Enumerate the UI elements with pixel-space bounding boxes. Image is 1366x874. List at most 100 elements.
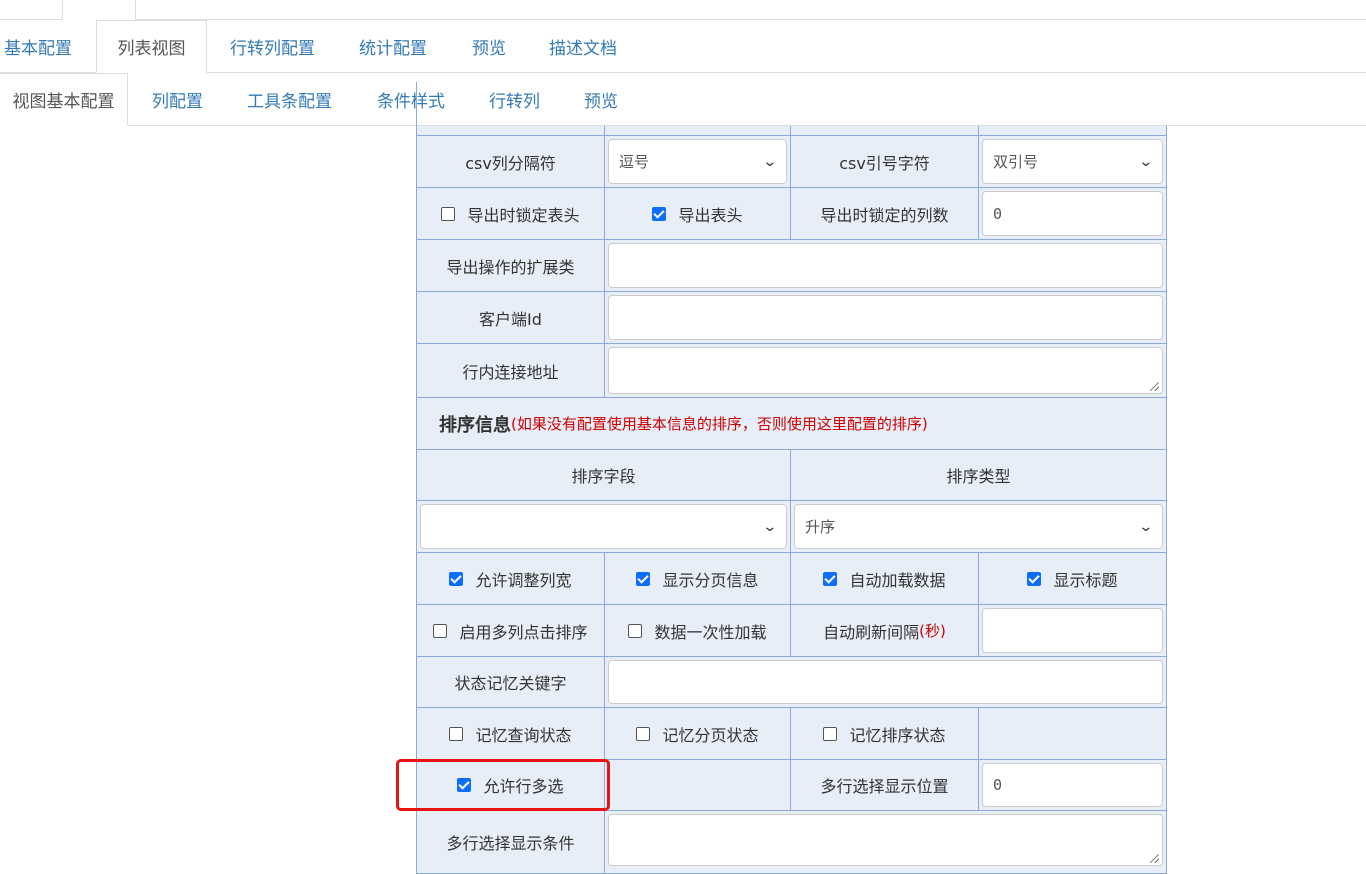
tab-list-view[interactable]: 列表视图	[96, 20, 207, 73]
form-cell	[605, 811, 1167, 874]
lock-cols-input[interactable]: 0	[982, 191, 1163, 236]
chevron-down-icon: ⌄	[1138, 518, 1154, 535]
multi-cond-textarea[interactable]	[608, 814, 1163, 866]
csv-separator-value: 逗号	[619, 153, 650, 171]
show-paging-label: 显示分页信息	[662, 570, 759, 590]
state-key-label: 状态记忆关键字	[417, 657, 605, 708]
form-cell	[417, 126, 605, 136]
form-cell: 0	[979, 760, 1167, 811]
export-header-checkbox[interactable]	[652, 206, 667, 221]
csv-quote-label: csv引号字符	[791, 136, 979, 188]
inline-link-label: 行内连接地址	[417, 344, 605, 398]
remember-sort-checkbox[interactable]	[823, 726, 838, 741]
sort-type-select[interactable]: 升序 ⌄	[794, 504, 1163, 549]
multi-pos-input[interactable]: 0	[982, 763, 1163, 807]
form-cell	[605, 344, 1167, 398]
state-key-input[interactable]	[608, 660, 1163, 704]
csv-separator-select[interactable]: 逗号 ⌄	[608, 139, 787, 184]
remember-query-label: 记忆查询状态	[475, 725, 572, 745]
load-once-label: 数据一次性加载	[654, 622, 767, 642]
tab-description-doc[interactable]: 描述文档	[547, 20, 619, 72]
tab-preview[interactable]: 预览	[470, 20, 508, 72]
form-cell	[979, 605, 1167, 657]
form-cell: 允许调整列宽	[417, 553, 605, 605]
form-cell	[979, 126, 1167, 136]
tab-column-config[interactable]: 列配置	[150, 73, 205, 125]
tab-stats-config[interactable]: 统计配置	[357, 20, 429, 72]
allow-resize-checkbox[interactable]	[449, 571, 464, 586]
multi-sort-checkbox[interactable]	[433, 623, 448, 638]
multi-select-checkbox[interactable]	[457, 778, 472, 792]
form-cell	[605, 292, 1167, 344]
tab-top-active[interactable]	[62, 0, 136, 20]
sort-field-header: 排序字段	[417, 450, 791, 501]
form-cell	[979, 708, 1167, 760]
form-cell: 导出表头	[605, 188, 791, 240]
remember-page-checkbox[interactable]	[636, 726, 651, 741]
lock-cols-label: 导出时锁定的列数	[791, 188, 979, 240]
remember-page-label: 记忆分页状态	[662, 725, 759, 745]
remember-query-checkbox[interactable]	[449, 726, 464, 741]
form-cell: 逗号 ⌄	[605, 136, 791, 188]
multi-select-label: 允许行多选	[483, 777, 564, 796]
chevron-down-icon: ⌄	[762, 518, 778, 535]
form-cell: 显示标题	[979, 553, 1167, 605]
tab-toolbar-config[interactable]: 工具条配置	[245, 73, 334, 125]
tab-view-basic-config[interactable]: 视图基本配置	[0, 73, 128, 126]
multi-pos-label: 多行选择显示位置	[791, 760, 979, 811]
sort-section-title: 排序信息	[439, 414, 511, 436]
top-tab-bar	[0, 0, 1366, 20]
show-title-checkbox[interactable]	[1027, 571, 1042, 586]
csv-separator-label: csv列分隔符	[417, 136, 605, 188]
form-cell: 允许行多选	[417, 760, 605, 811]
form-cell	[605, 657, 1167, 708]
form-cell: 自动刷新间隔 (秒)	[791, 605, 979, 657]
sort-type-value: 升序	[805, 518, 836, 536]
form-cell: 升序 ⌄	[791, 501, 1167, 553]
form-cell: ⌄	[417, 501, 791, 553]
lock-header-checkbox[interactable]	[441, 206, 456, 221]
form-cell: 记忆查询状态	[417, 708, 605, 760]
form-cell: 启用多列点击排序	[417, 605, 605, 657]
sort-type-header: 排序类型	[791, 450, 1167, 501]
sort-section-note: (如果没有配置使用基本信息的排序，否则使用这里配置的排序)	[511, 415, 928, 433]
remember-sort-label: 记忆排序状态	[849, 725, 946, 745]
sort-section-header: 排序信息 (如果没有配置使用基本信息的排序，否则使用这里配置的排序)	[417, 398, 1167, 450]
form-cell	[605, 760, 791, 811]
export-ext-label: 导出操作的扩展类	[417, 240, 605, 292]
sort-field-select[interactable]: ⌄	[420, 504, 787, 549]
resize-handle-icon[interactable]	[1150, 854, 1159, 863]
form-cell: 数据一次性加载	[605, 605, 791, 657]
form-cell: 导出时锁定表头	[417, 188, 605, 240]
refresh-interval-label: 自动刷新间隔	[823, 622, 920, 642]
multi-cond-label: 多行选择显示条件	[417, 811, 605, 874]
show-title-label: 显示标题	[1053, 570, 1118, 590]
export-ext-input[interactable]	[608, 243, 1163, 288]
form-cell	[791, 126, 979, 136]
refresh-interval-input[interactable]	[982, 608, 1163, 653]
show-paging-checkbox[interactable]	[636, 571, 651, 586]
form-cell	[605, 240, 1167, 292]
chevron-down-icon: ⌄	[762, 153, 778, 170]
client-id-label: 客户端Id	[417, 292, 605, 344]
multi-sort-label: 启用多列点击排序	[459, 622, 588, 642]
form-cell: 自动加载数据	[791, 553, 979, 605]
export-header-label: 导出表头	[678, 205, 743, 225]
config-tab-bar: 基本配置 列表视图 行转列配置 统计配置 预览 描述文档	[0, 20, 1366, 73]
csv-quote-select[interactable]: 双引号 ⌄	[982, 139, 1163, 184]
client-id-input[interactable]	[608, 295, 1163, 340]
resize-handle-icon[interactable]	[1150, 382, 1159, 391]
tab-basic-config[interactable]: 基本配置	[2, 20, 74, 72]
load-once-checkbox[interactable]	[628, 623, 643, 638]
auto-load-label: 自动加载数据	[849, 570, 946, 590]
tab-row-to-col-config[interactable]: 行转列配置	[228, 20, 317, 72]
refresh-interval-unit: (秒)	[919, 622, 946, 640]
lock-header-label: 导出时锁定表头	[467, 205, 580, 225]
auto-load-checkbox[interactable]	[823, 571, 838, 586]
form-cell: 显示分页信息	[605, 553, 791, 605]
form-cell: 记忆分页状态	[605, 708, 791, 760]
csv-quote-value: 双引号	[993, 153, 1039, 171]
form-cell: 0	[979, 188, 1167, 240]
inline-link-textarea[interactable]	[608, 347, 1163, 394]
form-cell: 双引号 ⌄	[979, 136, 1167, 188]
